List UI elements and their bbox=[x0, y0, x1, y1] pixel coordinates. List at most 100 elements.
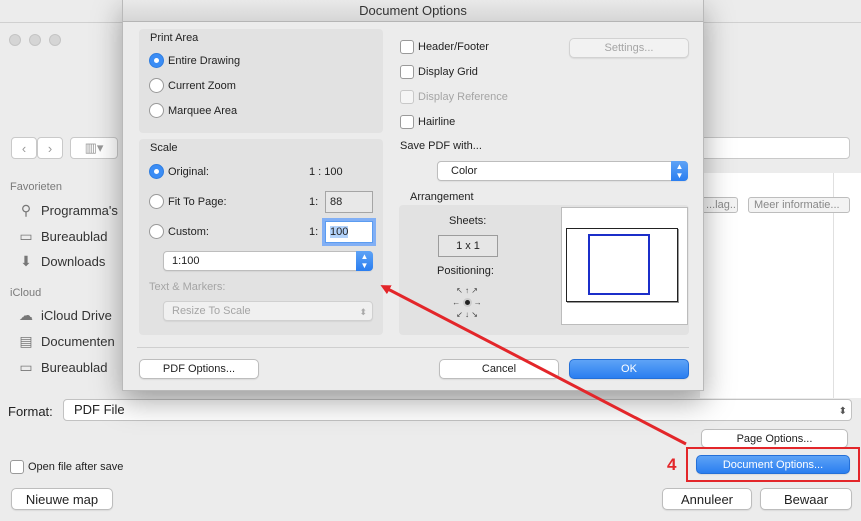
positioning-label: Positioning: bbox=[437, 265, 494, 277]
sidebar-item-icloud-desktop[interactable]: ▭ Bureaublad bbox=[17, 359, 108, 375]
scale-label: Scale bbox=[150, 142, 178, 154]
print-area-label: Print Area bbox=[150, 32, 199, 44]
radio-button[interactable] bbox=[149, 78, 164, 93]
chevron-updown-icon: ⬍ bbox=[359, 307, 367, 317]
text-markers-label: Text & Markers: bbox=[149, 281, 226, 293]
open-after-save-checkbox[interactable] bbox=[10, 460, 24, 474]
highlight-box bbox=[686, 447, 860, 482]
format-value: PDF File bbox=[74, 402, 125, 417]
radio-label: Marquee Area bbox=[168, 104, 238, 117]
sidebar-item-documents[interactable]: ▤ Documenten bbox=[17, 332, 115, 349]
tag-button[interactable]: ...lag... bbox=[700, 197, 738, 213]
position-center-icon[interactable] bbox=[462, 298, 472, 308]
sheets-label: Sheets: bbox=[449, 215, 487, 227]
text-markers-select[interactable]: Resize To Scale ⬍ bbox=[163, 301, 373, 321]
ok-button[interactable]: OK bbox=[569, 359, 689, 379]
hairline-label: Hairline bbox=[418, 116, 456, 128]
sidebar-item-label: Documenten bbox=[41, 333, 115, 349]
radio-button[interactable] bbox=[149, 164, 164, 179]
applications-icon: ⚲ bbox=[20, 201, 32, 218]
close-window-button[interactable] bbox=[9, 34, 21, 46]
header-footer-row[interactable]: Header/Footer bbox=[400, 40, 489, 54]
cancel-save-button[interactable]: Annuleer bbox=[662, 488, 752, 510]
positioning-control[interactable]: ↖ ↑ ↗ ← → ↙ ↓ ↘ bbox=[449, 285, 485, 321]
text-markers-value: Resize To Scale bbox=[172, 305, 251, 317]
sidebar-heading-icloud: iCloud bbox=[10, 287, 42, 299]
chevron-right-icon: › bbox=[47, 140, 53, 156]
radio-label: Entire Drawing bbox=[168, 54, 241, 67]
column-view-icon: ▥▾ bbox=[84, 140, 104, 155]
save-button[interactable]: Bewaar bbox=[760, 488, 852, 510]
display-reference-row[interactable]: Display Reference bbox=[400, 90, 508, 104]
minimize-window-button[interactable] bbox=[29, 34, 41, 46]
save-pdf-value: Color bbox=[451, 165, 478, 177]
scale-select-value: 1:100 bbox=[172, 255, 200, 267]
zoom-window-button[interactable] bbox=[49, 34, 61, 46]
pdf-options-button[interactable]: PDF Options... bbox=[139, 359, 259, 379]
display-grid-row[interactable]: Display Grid bbox=[400, 65, 478, 79]
arrangement-label: Arrangement bbox=[410, 191, 474, 203]
radio-marquee-area[interactable]: Marquee Area bbox=[149, 103, 237, 118]
preview-drawing-area bbox=[588, 234, 650, 295]
sidebar-item-desktop[interactable]: ▭ Bureaublad bbox=[17, 227, 107, 244]
cancel-button[interactable]: Cancel bbox=[439, 359, 559, 379]
forward-button[interactable]: › bbox=[37, 137, 63, 159]
format-row: Format: PDF File ⬍ bbox=[0, 396, 861, 426]
sheets-value-box[interactable]: 1 x 1 bbox=[438, 235, 498, 257]
sidebar: Favorieten ⚲ Programma's ▭ Bureaublad ⬇ … bbox=[0, 173, 125, 398]
custom-scale-value: 100 bbox=[330, 226, 349, 238]
radio-fit-to-page[interactable]: Fit To Page: bbox=[149, 194, 227, 209]
sidebar-item-label: Bureaublad bbox=[41, 359, 108, 375]
radio-label: Original: bbox=[168, 165, 209, 178]
radio-current-zoom[interactable]: Current Zoom bbox=[149, 78, 236, 93]
cloud-icon: ☁ bbox=[19, 306, 33, 323]
new-folder-button[interactable]: Nieuwe map bbox=[11, 488, 113, 510]
radio-custom[interactable]: Custom: bbox=[149, 224, 209, 239]
save-pdf-label: Save PDF with... bbox=[400, 140, 482, 152]
sidebar-item-label: iCloud Drive bbox=[41, 307, 112, 323]
format-select[interactable]: PDF File ⬍ bbox=[63, 399, 852, 421]
path-field[interactable] bbox=[700, 137, 850, 159]
scale-group: Scale Original: 1 : 100 Fit To Page: 1: … bbox=[139, 139, 383, 335]
sidebar-item-applications[interactable]: ⚲ Programma's bbox=[17, 202, 118, 218]
radio-entire-drawing[interactable]: Entire Drawing bbox=[149, 53, 240, 68]
back-button[interactable]: ‹ bbox=[11, 137, 37, 159]
save-pdf-select[interactable]: Color ▲ ▼ bbox=[437, 161, 688, 181]
dialog-title: Document Options bbox=[123, 0, 703, 22]
chevron-updown-icon: ⬍ bbox=[838, 406, 847, 417]
position-arrows-middle[interactable]: ← → bbox=[449, 297, 485, 309]
position-arrows-top[interactable]: ↖ ↑ ↗ bbox=[449, 285, 485, 297]
radio-button[interactable] bbox=[149, 53, 164, 68]
more-info-button[interactable]: Meer informatie... bbox=[748, 197, 850, 213]
sidebar-item-label: Programma's bbox=[41, 202, 118, 218]
radio-button[interactable] bbox=[149, 224, 164, 239]
fit-to-page-field[interactable]: 88 bbox=[325, 191, 373, 213]
settings-button[interactable]: Settings... bbox=[569, 38, 689, 58]
sidebar-item-downloads[interactable]: ⬇ Downloads bbox=[17, 253, 105, 269]
view-mode-button[interactable]: ▥▾ bbox=[70, 137, 118, 159]
print-area-group: Print Area Entire Drawing Current Zoom M… bbox=[139, 29, 383, 133]
scale-select[interactable]: 1:100 ▲ ▼ bbox=[163, 251, 373, 271]
header-footer-checkbox[interactable] bbox=[400, 40, 414, 54]
preview-sheet bbox=[566, 228, 678, 302]
open-after-save-label: Open file after save bbox=[28, 461, 124, 473]
open-after-save-row[interactable]: Open file after save bbox=[10, 460, 123, 474]
page-options-button[interactable]: Page Options... bbox=[701, 429, 848, 448]
display-grid-checkbox[interactable] bbox=[400, 65, 414, 79]
hairline-checkbox[interactable] bbox=[400, 115, 414, 129]
arrangement-group: Sheets: 1 x 1 Positioning: ↖ ↑ ↗ ← → ↙ ↓… bbox=[399, 205, 689, 335]
desktop-icon: ▭ bbox=[19, 227, 33, 244]
sidebar-item-icloud-drive[interactable]: ☁ iCloud Drive bbox=[17, 307, 112, 323]
fit-prefix: 1: bbox=[309, 196, 319, 208]
radio-button[interactable] bbox=[149, 194, 164, 209]
header-footer-label: Header/Footer bbox=[418, 41, 489, 53]
radio-original[interactable]: Original: bbox=[149, 164, 209, 179]
radio-button[interactable] bbox=[149, 103, 164, 118]
chevron-updown-icon: ▲ ▼ bbox=[356, 251, 373, 271]
document-icon: ▤ bbox=[19, 332, 33, 349]
custom-scale-field[interactable]: 100 bbox=[322, 218, 376, 246]
hairline-row[interactable]: Hairline bbox=[400, 115, 455, 129]
display-reference-checkbox[interactable] bbox=[400, 90, 414, 104]
position-arrows-bottom[interactable]: ↙ ↓ ↘ bbox=[449, 309, 485, 321]
chevron-updown-icon: ▲ ▼ bbox=[671, 161, 688, 181]
